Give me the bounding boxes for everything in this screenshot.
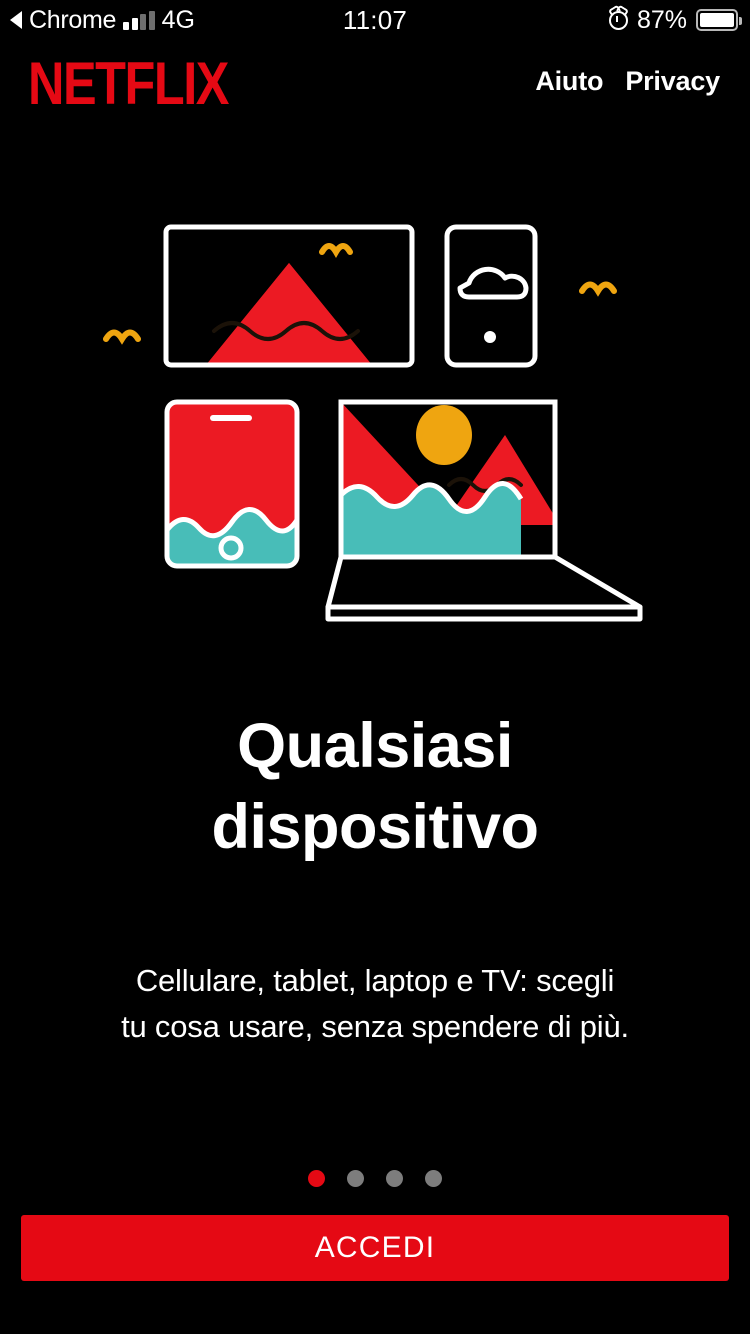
device-phone — [164, 399, 300, 569]
page-subtitle-line-2: tu cosa usare, senza spendere di più. — [121, 1008, 629, 1044]
sign-in-button[interactable]: ACCEDI — [21, 1215, 729, 1281]
page-title-line-1: Qualsiasi — [237, 711, 513, 781]
bird-icon — [103, 329, 141, 345]
device-tv — [163, 224, 415, 368]
nav-link-help[interactable]: Aiuto — [535, 66, 603, 97]
page-subtitle: Cellulare, tablet, laptop e TV: scegli t… — [0, 958, 750, 1050]
any-device-illustration — [0, 195, 750, 635]
sun-icon — [416, 405, 472, 465]
pagination-dot-1[interactable] — [308, 1170, 325, 1187]
battery-percent-label: 87% — [636, 5, 687, 34]
page-title-line-2: dispositivo — [211, 791, 539, 862]
nav-link-privacy[interactable]: Privacy — [625, 66, 720, 97]
pagination-dot-4[interactable] — [425, 1170, 442, 1187]
alarm-clock-icon — [608, 10, 628, 30]
pagination-dot-2[interactable] — [347, 1170, 364, 1187]
status-bar: Chrome 4G 11:07 87% — [0, 0, 750, 40]
bird-icon — [579, 281, 617, 297]
pagination-dot-3[interactable] — [386, 1170, 403, 1187]
illustration-svg — [103, 224, 643, 622]
pagination-dots — [0, 1170, 750, 1187]
device-tablet — [444, 224, 538, 368]
device-laptop — [325, 399, 643, 622]
app-header: NETFLIX Aiuto Privacy — [0, 46, 750, 126]
netflix-onboarding-screen: Chrome 4G 11:07 87% NETFLIX Aiuto Privac… — [0, 0, 750, 1334]
phone-speaker — [210, 415, 252, 421]
header-nav: Aiuto Privacy — [535, 66, 720, 97]
status-bar-right: 87% — [608, 5, 742, 35]
netflix-logo[interactable]: NETFLIX — [28, 54, 229, 114]
page-subtitle-line-1: Cellulare, tablet, laptop e TV: scegli — [135, 963, 615, 998]
page-title: Qualsiasi dispositivo — [0, 706, 750, 867]
tablet-home-button — [484, 331, 496, 343]
laptop-base-edge — [325, 604, 643, 622]
battery-icon — [696, 9, 742, 31]
laptop-base — [325, 554, 643, 610]
